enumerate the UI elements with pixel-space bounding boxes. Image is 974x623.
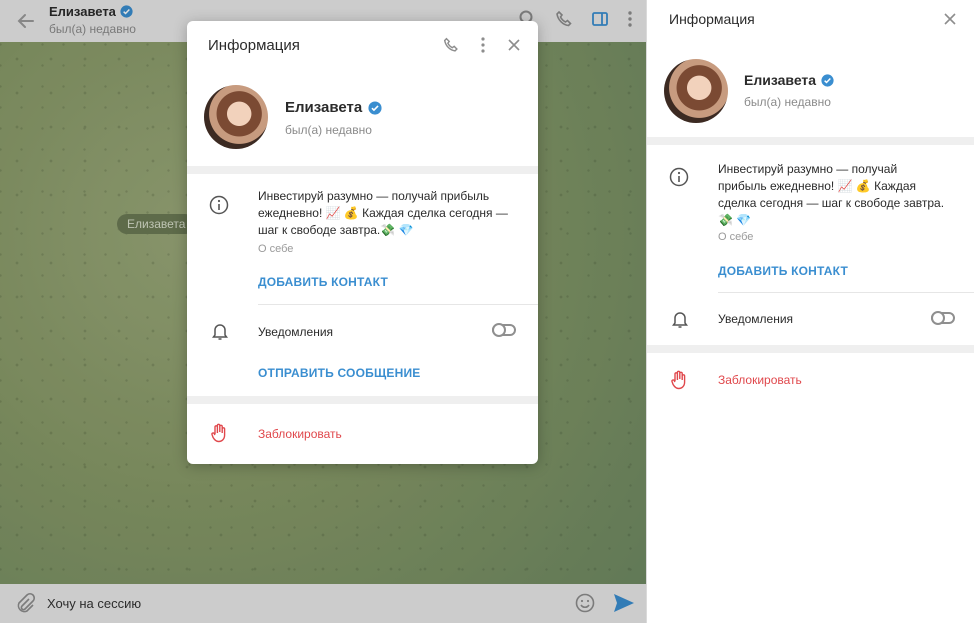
send-message-button[interactable]: ОТПРАВИТЬ СООБЩЕНИЕ: [258, 366, 420, 380]
bio-label: О себе: [718, 231, 754, 243]
profile-status: был(а) недавно: [744, 95, 831, 109]
verified-icon: [821, 73, 834, 87]
close-icon[interactable]: [506, 37, 522, 53]
profile-name: Елизавета: [744, 72, 817, 88]
sidebar-block-section: Заблокировать: [647, 353, 974, 413]
notifications-label: Уведомления: [718, 312, 794, 326]
info-icon: [669, 167, 689, 187]
bell-icon: [211, 321, 229, 341]
call-icon[interactable]: [442, 36, 460, 54]
sidebar-details-section: Инвестируй разумно — получай прибыль еже…: [647, 145, 974, 345]
dialog-profile-name: Елизавета: [285, 99, 382, 116]
bio-line: Инвестируй разумно — получай прибыль: [258, 189, 490, 203]
hand-stop-icon: [210, 423, 228, 443]
bio-label: О себе: [258, 243, 294, 255]
sidebar-bio: Инвестируй разумно — получай прибыль еже…: [718, 161, 958, 229]
close-icon[interactable]: [942, 11, 958, 27]
add-contact-button[interactable]: ДОБАВИТЬ КОНТАКТ: [258, 275, 388, 289]
divider: [718, 292, 974, 293]
avatar[interactable]: [204, 85, 268, 149]
info-icon: [209, 195, 229, 215]
info-dialog: Информация Елизавета был(а) недавно Инве…: [187, 21, 538, 464]
dialog-title: Информация: [208, 37, 300, 54]
info-sidebar: Информация Елизавета был(а) недавно Инве…: [646, 0, 974, 623]
divider: [647, 345, 974, 353]
bio-line: сделка сегодня — шаг к свободе завтра.: [718, 196, 945, 210]
divider: [187, 396, 538, 404]
sidebar-profile-name: Елизавета: [744, 72, 834, 88]
bio-line: Инвестируй разумно — получай: [718, 162, 898, 176]
dialog-actions: [442, 36, 522, 54]
notifications-toggle[interactable]: [931, 311, 955, 325]
add-contact-button[interactable]: ДОБАВИТЬ КОНТАКТ: [718, 264, 848, 278]
profile-name: Елизавета: [285, 99, 363, 116]
sidebar-title: Информация: [669, 11, 755, 27]
block-button[interactable]: Заблокировать: [258, 427, 342, 441]
bio-line: прибыль ежедневно! 📈 💰 Каждая: [718, 179, 916, 193]
hand-stop-icon: [670, 370, 688, 390]
toggle-knob: [492, 323, 506, 337]
more-icon[interactable]: [480, 36, 486, 54]
profile-status: был(а) недавно: [285, 123, 372, 137]
bell-icon: [671, 309, 689, 329]
toggle-knob: [931, 311, 945, 325]
block-button[interactable]: Заблокировать: [718, 373, 802, 387]
divider: [647, 137, 974, 145]
notifications-toggle[interactable]: [492, 323, 516, 337]
notifications-label: Уведомления: [258, 325, 334, 339]
divider: [187, 166, 538, 174]
sidebar-profile-section: Информация Елизавета был(а) недавно: [647, 0, 974, 137]
bio-line: ежедневно! 📈 💰 Каждая сделка сегодня —: [258, 206, 508, 220]
divider: [258, 304, 538, 305]
verified-icon: [368, 100, 382, 115]
bio-line: шаг к свободе завтра.💸 💎: [258, 223, 414, 237]
dialog-bio: Инвестируй разумно — получай прибыль еже…: [258, 188, 528, 239]
avatar[interactable]: [664, 59, 728, 123]
bio-line: 💸 💎: [718, 213, 752, 227]
